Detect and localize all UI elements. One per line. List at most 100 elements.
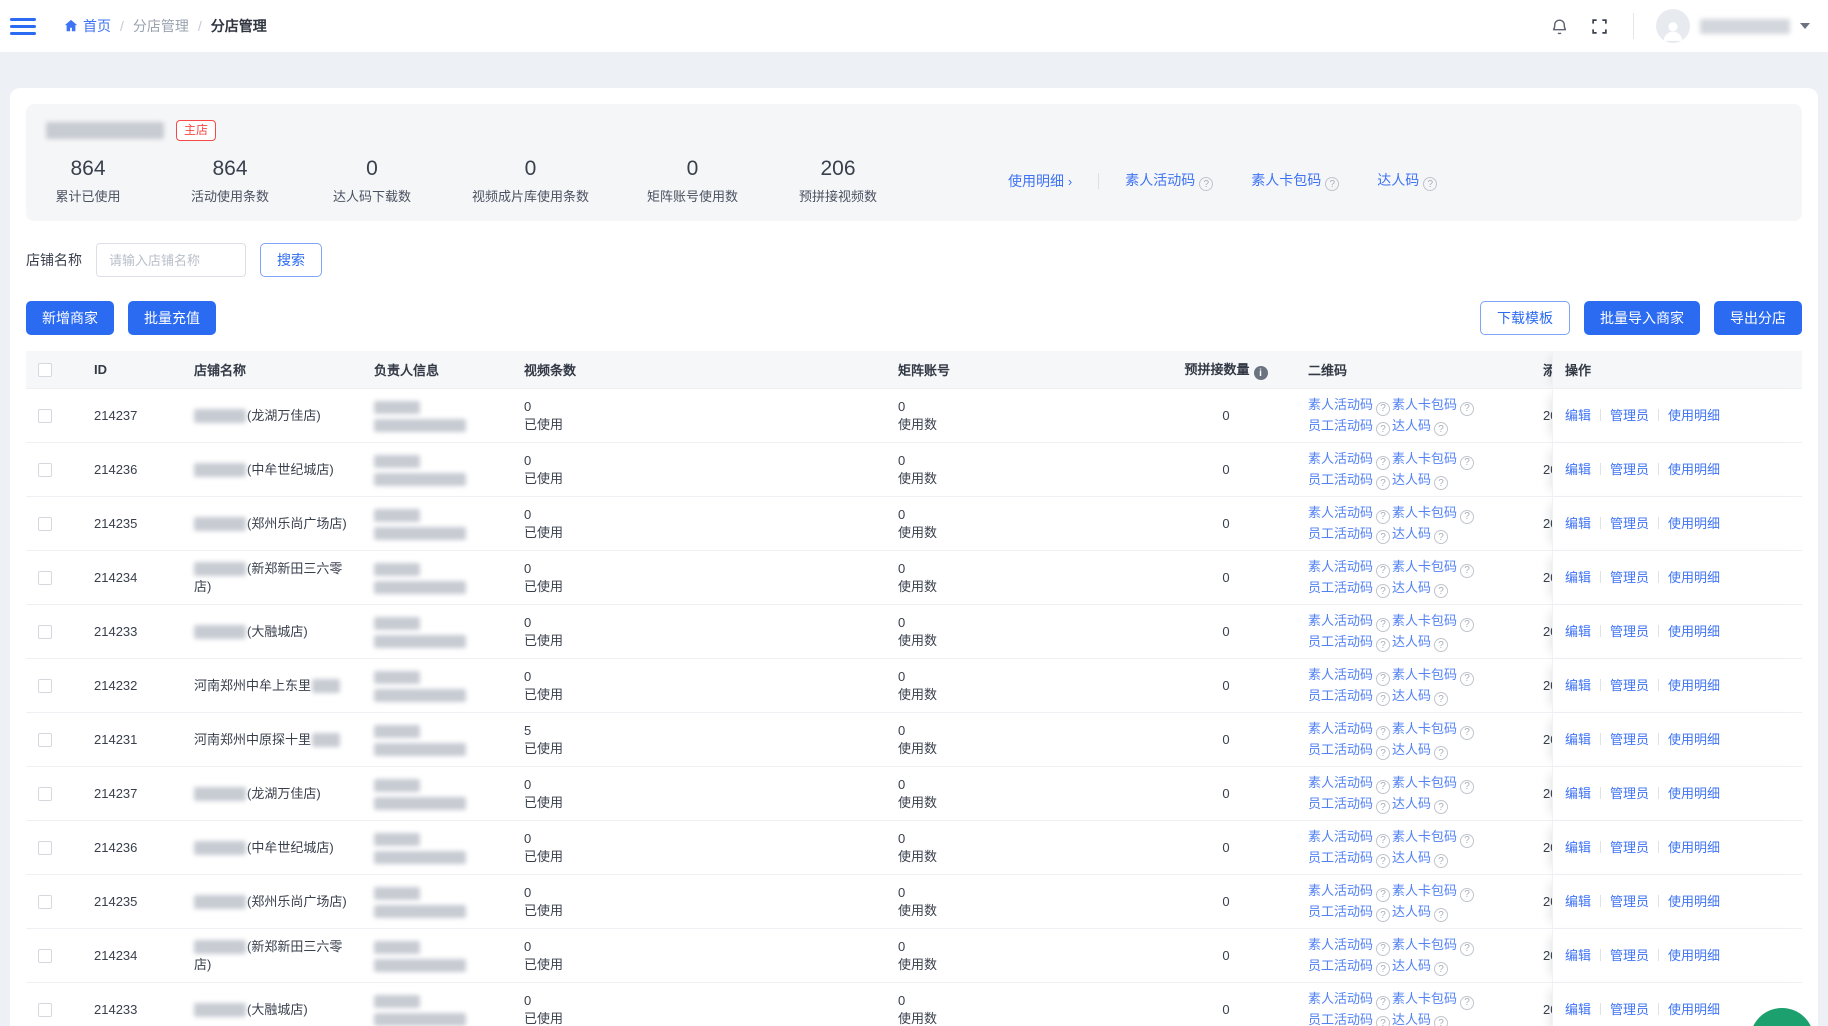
qr-code-link[interactable]: 达人码 [1392,634,1431,649]
help-icon[interactable]: ? [1376,746,1390,760]
op-link[interactable]: 管理员 [1610,732,1649,747]
help-icon[interactable]: ? [1434,422,1448,436]
op-link[interactable]: 编辑 [1565,894,1591,909]
op-link[interactable]: 使用明细 [1668,516,1720,531]
help-icon[interactable]: ? [1376,1016,1390,1026]
qr-code-link[interactable]: 素人活动码 [1308,829,1373,844]
op-link[interactable]: 使用明细 [1668,624,1720,639]
help-icon[interactable]: ? [1376,962,1390,976]
qr-code-link[interactable]: 员工活动码 [1308,634,1373,649]
op-link[interactable]: 编辑 [1565,408,1591,423]
menu-toggle-icon[interactable] [10,14,36,39]
help-icon[interactable]: ? [1460,834,1474,848]
qr-code-link[interactable]: 达人码 [1392,742,1431,757]
help-icon[interactable]: ? [1376,638,1390,652]
select-all-checkbox[interactable] [38,363,52,377]
help-icon[interactable]: ? [1376,800,1390,814]
qr-code-link[interactable]: 员工活动码 [1308,796,1373,811]
qr-code-link[interactable]: 员工活动码 [1308,742,1373,757]
op-link[interactable]: 编辑 [1565,1002,1591,1017]
help-icon[interactable]: ? [1434,476,1448,490]
qr-code-link[interactable]: 素人卡包码 [1392,397,1457,412]
qr-code-link[interactable]: 素人活动码 [1308,613,1373,628]
row-checkbox[interactable] [38,409,52,423]
help-icon[interactable]: ? [1423,177,1437,191]
row-checkbox[interactable] [38,517,52,531]
qr-code-link[interactable]: 达人码 [1392,472,1431,487]
action-button[interactable]: 下载模板 [1480,301,1570,335]
op-link[interactable]: 管理员 [1610,840,1649,855]
qr-code-link[interactable]: 员工活动码 [1308,526,1373,541]
help-icon[interactable]: ? [1434,638,1448,652]
help-icon[interactable]: ? [1376,564,1390,578]
row-checkbox[interactable] [38,841,52,855]
help-icon[interactable]: ? [1376,476,1390,490]
help-icon[interactable]: ? [1376,834,1390,848]
help-icon[interactable]: ? [1460,996,1474,1010]
qr-code-link[interactable]: 素人活动码 [1308,775,1373,790]
help-icon[interactable]: ? [1460,672,1474,686]
row-checkbox[interactable] [38,679,52,693]
help-icon[interactable]: ? [1376,854,1390,868]
help-icon[interactable]: ? [1376,908,1390,922]
help-icon[interactable]: ? [1376,402,1390,416]
help-icon[interactable]: ? [1376,584,1390,598]
op-link[interactable]: 管理员 [1610,786,1649,801]
qr-code-link[interactable]: 员工活动码 [1308,1012,1373,1026]
help-icon[interactable]: ? [1376,942,1390,956]
qr-code-link[interactable]: 达人码 [1392,418,1431,433]
qr-code-link[interactable]: 达人码 [1392,850,1431,865]
qr-code-link[interactable]: 达人码 [1392,1012,1431,1026]
qr-code-link[interactable]: 素人活动码 [1308,451,1373,466]
help-icon[interactable]: ? [1376,780,1390,794]
qr-code-link[interactable]: 素人卡包码 [1392,937,1457,952]
qr-code-link[interactable]: 员工活动码 [1308,850,1373,865]
op-link[interactable]: 管理员 [1610,408,1649,423]
help-icon[interactable]: ? [1376,456,1390,470]
help-icon[interactable]: ? [1460,726,1474,740]
qr-code-link[interactable]: 员工活动码 [1308,904,1373,919]
qr-code-link[interactable]: 员工活动码 [1308,418,1373,433]
action-button[interactable]: 批量充值 [128,301,216,335]
help-icon[interactable]: ? [1434,800,1448,814]
op-link[interactable]: 使用明细 [1668,840,1720,855]
help-icon[interactable]: ? [1434,854,1448,868]
row-checkbox[interactable] [38,625,52,639]
fullscreen-icon[interactable] [1587,14,1611,38]
code-link[interactable]: 素人卡包码? [1251,170,1339,192]
qr-code-link[interactable]: 素人活动码 [1308,991,1373,1006]
code-link[interactable]: 素人活动码? [1125,170,1213,192]
op-link[interactable]: 管理员 [1610,570,1649,585]
help-icon[interactable]: ? [1460,564,1474,578]
help-icon[interactable]: ? [1199,177,1213,191]
qr-code-link[interactable]: 达人码 [1392,904,1431,919]
qr-code-link[interactable]: 素人活动码 [1308,937,1373,952]
help-icon[interactable]: ? [1434,1016,1448,1026]
help-icon[interactable]: ? [1434,908,1448,922]
help-icon[interactable]: ? [1460,618,1474,632]
usage-detail-link[interactable]: 使用明细 › [1008,171,1072,191]
qr-code-link[interactable]: 员工活动码 [1308,472,1373,487]
action-button[interactable]: 新增商家 [26,301,114,335]
op-link[interactable]: 编辑 [1565,678,1591,693]
row-checkbox[interactable] [38,895,52,909]
qr-code-link[interactable]: 达人码 [1392,526,1431,541]
row-checkbox[interactable] [38,733,52,747]
help-icon[interactable]: ? [1434,584,1448,598]
help-icon[interactable]: ? [1376,726,1390,740]
op-link[interactable]: 使用明细 [1668,948,1720,963]
op-link[interactable]: 编辑 [1565,570,1591,585]
breadcrumb-home[interactable]: 首页 [64,16,111,36]
op-link[interactable]: 管理员 [1610,678,1649,693]
qr-code-link[interactable]: 素人卡包码 [1392,613,1457,628]
op-link[interactable]: 编辑 [1565,948,1591,963]
help-icon[interactable]: ? [1434,530,1448,544]
op-link[interactable]: 使用明细 [1668,1002,1720,1017]
help-icon[interactable]: ? [1376,996,1390,1010]
op-link[interactable]: 编辑 [1565,516,1591,531]
row-checkbox[interactable] [38,463,52,477]
op-link[interactable]: 管理员 [1610,462,1649,477]
info-icon[interactable]: i [1254,366,1268,380]
qr-code-link[interactable]: 素人活动码 [1308,397,1373,412]
help-icon[interactable]: ? [1434,692,1448,706]
